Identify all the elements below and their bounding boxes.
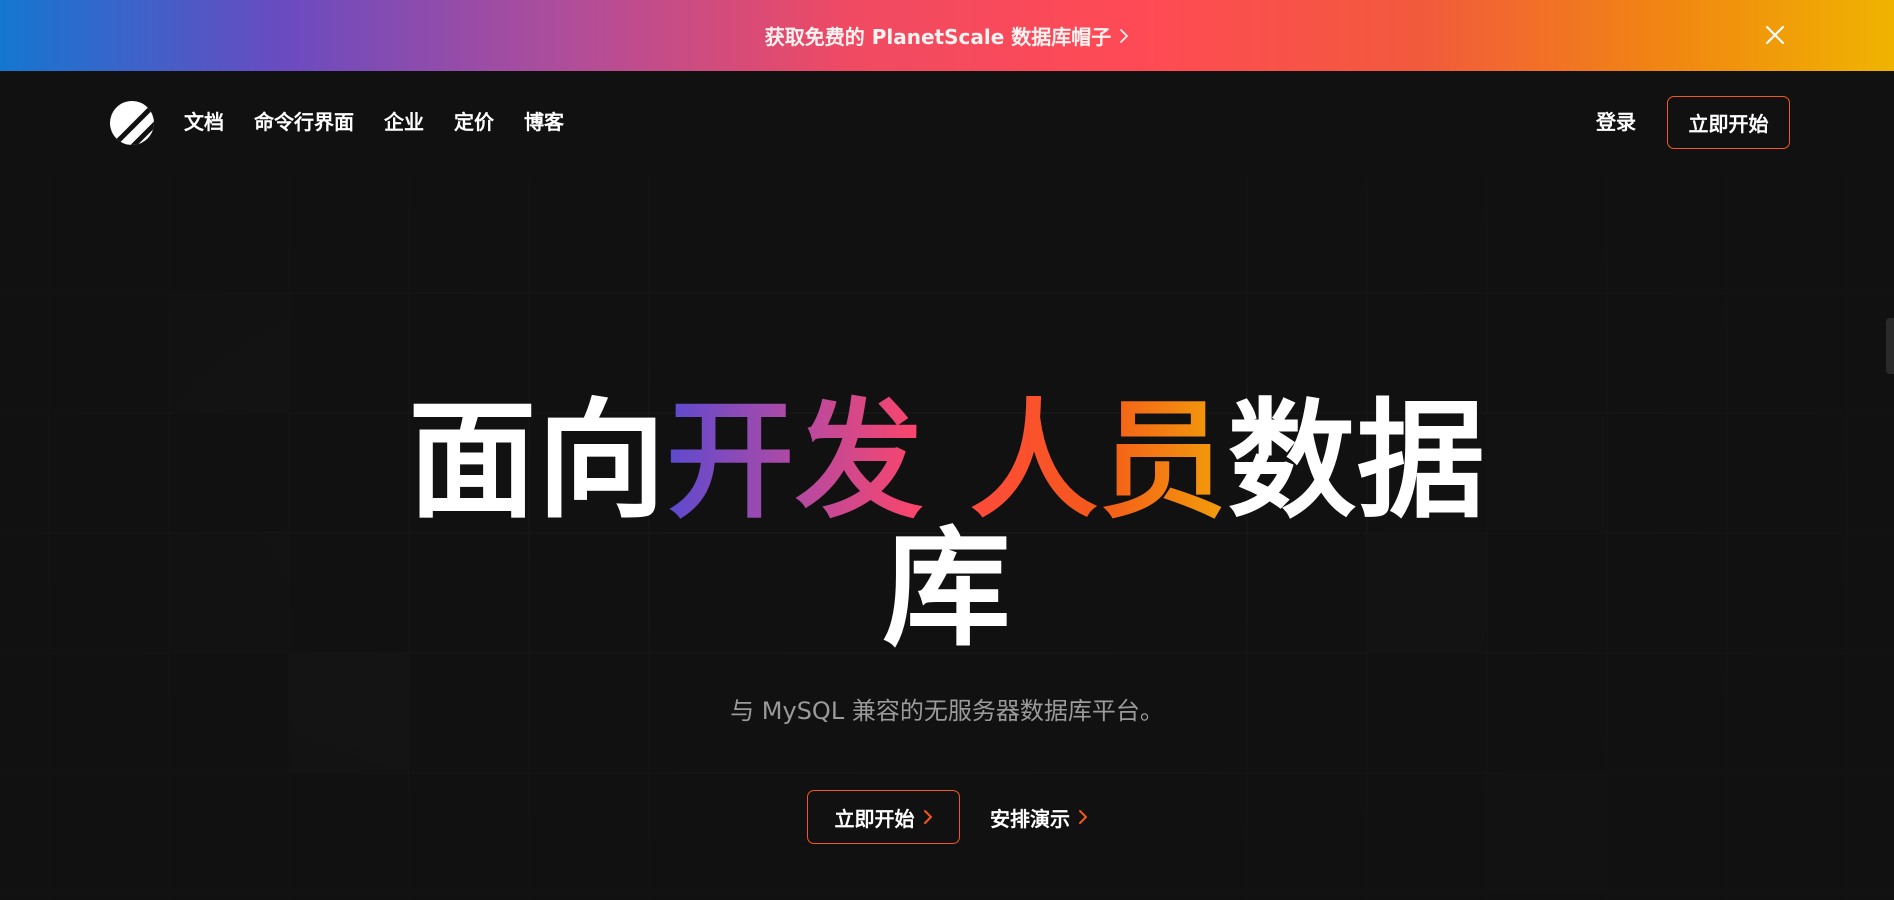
nav-links: 文档 命令行界面 企业 定价 博客 [184, 107, 564, 137]
promo-banner-text: 获取免费的 PlanetScale 数据库帽子 [764, 25, 1112, 49]
nav-link-pricing[interactable]: 定价 [454, 107, 494, 137]
promo-banner: 获取免费的 PlanetScale 数据库帽子 [0, 0, 1894, 71]
hero-title: 面向开发 人员数据 库 [0, 398, 1894, 654]
nav-link-cli[interactable]: 命令行界面 [254, 107, 354, 137]
hero-title-white-1: 面向 [408, 387, 667, 536]
hero-title-gradient-2: 人员 [969, 387, 1228, 536]
chevron-right-icon [923, 810, 932, 824]
hero-schedule-demo-label: 安排演示 [990, 806, 1070, 831]
close-icon[interactable] [1762, 22, 1788, 48]
hero-get-started-button[interactable]: 立即开始 [807, 790, 960, 844]
hero-cta-row: 立即开始 安排演示 [807, 790, 1088, 844]
signin-link[interactable]: 登录 [1596, 107, 1636, 137]
planetscale-logo[interactable] [108, 99, 156, 147]
nav-link-blog[interactable]: 博客 [524, 107, 564, 137]
hero-title-white-2: 数据 [1227, 387, 1486, 536]
hero-subtitle: 与 MySQL 兼容的无服务器数据库平台。 [730, 697, 1164, 725]
nav-link-enterprise[interactable]: 企业 [384, 107, 424, 137]
promo-banner-link[interactable]: 获取免费的 PlanetScale 数据库帽子 [765, 21, 1129, 50]
hero-schedule-demo-link[interactable]: 安排演示 [990, 803, 1088, 832]
top-navigation: 文档 命令行界面 企业 定价 博客 登录 立即开始 [0, 71, 1894, 173]
hero-title-line-1: 面向开发 人员数据 [0, 398, 1894, 526]
chevron-right-icon [1079, 810, 1087, 824]
chevron-right-icon [1120, 28, 1129, 43]
hero-title-line-2: 库 [882, 515, 1012, 664]
nav-get-started-button[interactable]: 立即开始 [1667, 96, 1790, 149]
nav-link-docs[interactable]: 文档 [184, 107, 224, 137]
hero-get-started-label: 立即开始 [834, 806, 915, 831]
scroll-handle[interactable] [1886, 318, 1894, 374]
hero-title-gradient-1: 开发 [666, 387, 925, 536]
